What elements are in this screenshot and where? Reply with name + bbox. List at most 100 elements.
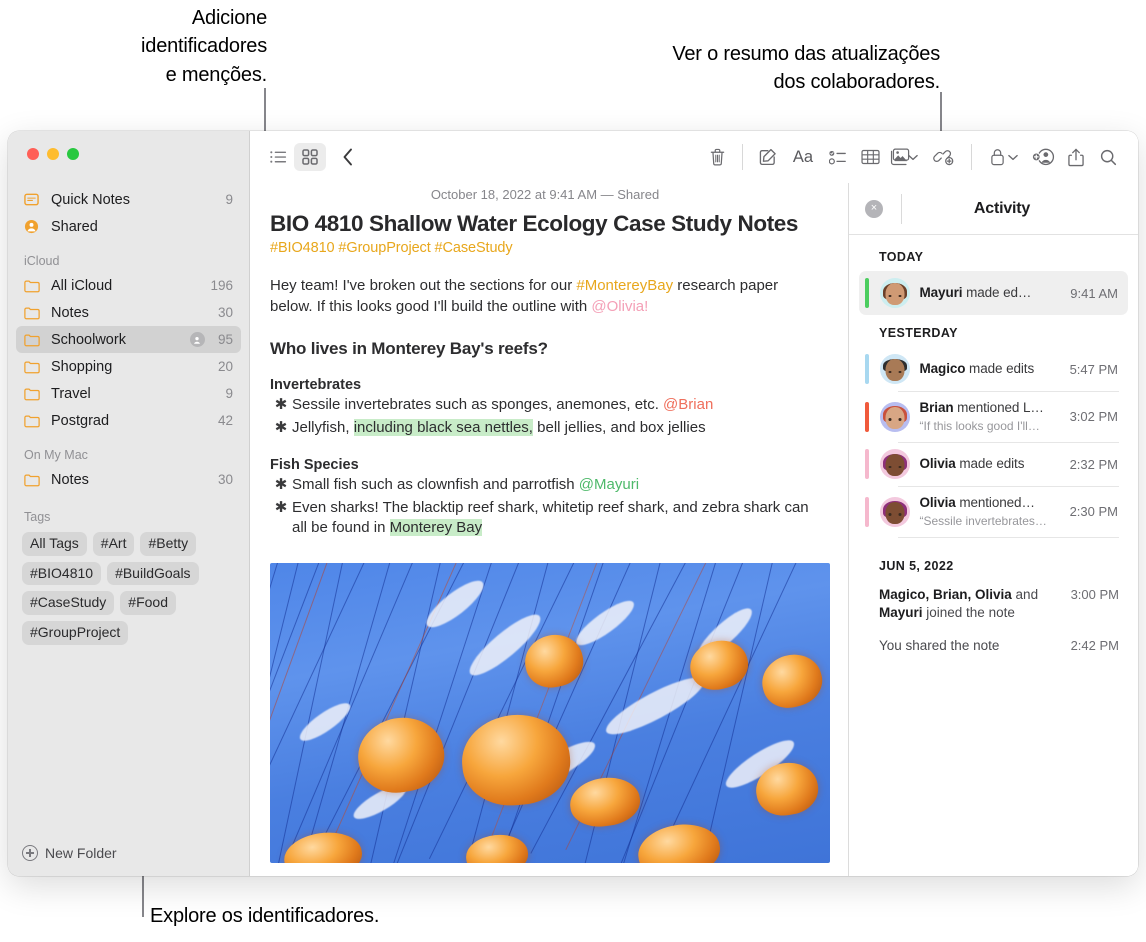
- note-intro-paragraph: Hey team! I've broken out the sections f…: [270, 275, 820, 318]
- bullet-text: Even sharks! The blacktip reef shark, wh…: [292, 498, 820, 539]
- add-collaborator-icon[interactable]: [1026, 143, 1060, 171]
- compose-icon[interactable]: [752, 143, 784, 171]
- sidebar-item-count: 95: [218, 332, 233, 347]
- trash-icon[interactable]: [701, 143, 733, 171]
- activity-item-brian-mentioned[interactable]: Brian mentioned L… “If this looks good I…: [859, 392, 1128, 442]
- sidebar-item-count: 30: [218, 472, 233, 487]
- new-folder-button[interactable]: New Folder: [8, 830, 249, 876]
- folder-icon: [24, 333, 43, 347]
- activity-time: 5:47 PM: [1070, 362, 1118, 377]
- share-icon[interactable]: [1060, 143, 1092, 171]
- note-and-activity: October 18, 2022 at 9:41 AM — Shared BIO…: [250, 183, 1138, 876]
- bullet-marker: ✱: [270, 498, 292, 539]
- avatar: [880, 497, 910, 527]
- mention-mayuri[interactable]: @Mayuri: [579, 476, 639, 493]
- activity-item-mayuri-edits[interactable]: Mayuri made ed… 9:41 AM: [859, 271, 1128, 315]
- sidebar-item-count: 30: [218, 305, 233, 320]
- bullet-text: Small fish such as clownfish and parrotf…: [292, 475, 820, 496]
- sidebar-item-label: Quick Notes: [51, 192, 219, 208]
- avatar: [880, 402, 910, 432]
- activity-time: 2:32 PM: [1070, 457, 1118, 472]
- activity-group-jun5: JUN 5, 2022: [849, 537, 1138, 580]
- sidebar-item-postgrad[interactable]: Postgrad 42: [16, 407, 241, 434]
- mention-brian[interactable]: @Brian: [663, 396, 713, 413]
- sidebar-item-count: 9: [225, 386, 233, 401]
- activity-line-1: Brian mentioned L…: [920, 400, 1044, 415]
- note-title: BIO 4810 Shallow Water Ecology Case Stud…: [270, 211, 820, 237]
- tag-chip-art[interactable]: #Art: [93, 532, 135, 556]
- sidebar-item-label: Shared: [51, 219, 227, 235]
- shared-badge-icon: [190, 332, 205, 347]
- activity-list[interactable]: TODAY Mayuri made ed… 9:41 AM: [849, 235, 1138, 876]
- activity-item-magico-edits[interactable]: Magico made edits 5:47 PM: [859, 347, 1128, 391]
- avatar: [880, 449, 910, 479]
- intro-pre: Hey team! I've broken out the sections f…: [270, 277, 576, 294]
- activity-tail: joined the note: [923, 605, 1015, 620]
- minimize-button[interactable]: [47, 148, 59, 160]
- activity-item-olivia-edits[interactable]: Olivia made edits 2:32 PM: [859, 442, 1128, 486]
- list-view-button[interactable]: [262, 143, 294, 171]
- format-text-button[interactable]: Aa: [784, 143, 822, 171]
- tag-chip-betty[interactable]: #Betty: [140, 532, 196, 556]
- activity-person: Brian: [920, 400, 954, 415]
- list-item: ✱ Small fish such as clownfish and parro…: [270, 475, 820, 496]
- zoom-button[interactable]: [67, 148, 79, 160]
- sidebar-item-shopping[interactable]: Shopping 20: [16, 353, 241, 380]
- jellyfish-photo[interactable]: [270, 563, 830, 863]
- view-switcher: [262, 143, 364, 171]
- sidebar-item-label: Travel: [51, 386, 219, 402]
- checklist-icon[interactable]: [822, 143, 854, 171]
- note-content[interactable]: October 18, 2022 at 9:41 AM — Shared BIO…: [250, 183, 848, 876]
- activity-panel: × Activity TODAY: [848, 183, 1138, 876]
- activity-color-bar: [865, 449, 869, 479]
- activity-line-1: Olivia made edits: [920, 456, 1025, 471]
- tag-chip-groupproject[interactable]: #GroupProject: [22, 621, 128, 645]
- close-icon[interactable]: ×: [865, 200, 883, 218]
- back-button[interactable]: [332, 143, 364, 171]
- bullet-marker: ✱: [270, 475, 292, 496]
- sidebar-item-notes-icloud[interactable]: Notes 30: [16, 299, 241, 326]
- chevron-down-icon[interactable]: [908, 148, 918, 166]
- tag-montereybay[interactable]: #MontereyBay: [576, 277, 673, 294]
- tag-chip-casestudy[interactable]: #CaseStudy: [22, 591, 114, 615]
- sidebar-item-shared[interactable]: Shared: [16, 213, 241, 240]
- chevron-down-icon[interactable]: [1008, 148, 1018, 166]
- list-item: ✱ Jellyfish, including black sea nettles…: [270, 418, 820, 439]
- gallery-view-button[interactable]: [294, 143, 326, 171]
- activity-line-1: Magico made edits: [920, 361, 1035, 376]
- sidebar-item-quick-notes[interactable]: Quick Notes 9: [16, 186, 241, 213]
- activity-action: mentioned…: [956, 495, 1035, 510]
- activity-text: Mayuri made ed…: [920, 284, 1063, 302]
- folder-icon: [24, 414, 43, 428]
- sidebar-item-label: Notes: [51, 305, 212, 321]
- tag-chip-food[interactable]: #Food: [120, 591, 176, 615]
- folder-icon: [24, 279, 43, 293]
- avatar: [880, 278, 910, 308]
- sidebar-item-travel[interactable]: Travel 9: [16, 380, 241, 407]
- tag-chip-buildgoals[interactable]: #BuildGoals: [107, 562, 199, 586]
- activity-action: made edits: [956, 456, 1025, 471]
- bullet-post: bell jellies, and box jellies: [533, 419, 706, 436]
- activity-item-olivia-mentioned[interactable]: Olivia mentioned… “Sessile invertebrates…: [859, 487, 1128, 537]
- sidebar-item-notes-onmymac[interactable]: Notes 30: [16, 466, 241, 493]
- note-tags-line[interactable]: #BIO4810 #GroupProject #CaseStudy: [270, 240, 820, 256]
- callout-bottom: Explore os identificadores.: [150, 902, 610, 930]
- tag-chip-all-tags[interactable]: All Tags: [22, 532, 87, 556]
- activity-color-bar: [865, 354, 869, 384]
- sidebar-scroll[interactable]: Quick Notes 9 Shared iCloud: [8, 174, 249, 830]
- activity-time: 2:30 PM: [1070, 504, 1118, 519]
- search-icon[interactable]: [1092, 143, 1124, 171]
- activity-quote: “Sessile invertebrates…: [920, 514, 1047, 528]
- window-controls[interactable]: [27, 148, 79, 160]
- tag-chip-bio4810[interactable]: #BIO4810: [22, 562, 101, 586]
- sidebar-item-all-icloud[interactable]: All iCloud 196: [16, 272, 241, 299]
- add-link-icon[interactable]: [926, 143, 962, 171]
- table-icon[interactable]: [854, 143, 886, 171]
- bullet-list-invertebrates: ✱ Sessile invertebrates such as sponges,…: [270, 395, 820, 438]
- mention-olivia[interactable]: @Olivia!: [591, 298, 648, 315]
- sidebar-item-schoolwork[interactable]: Schoolwork 95: [16, 326, 241, 353]
- activity-color-bar: [865, 402, 869, 432]
- close-button[interactable]: [27, 148, 39, 160]
- bullet-pre: Small fish such as clownfish and parrotf…: [292, 476, 579, 493]
- plus-circle-icon: [22, 845, 38, 861]
